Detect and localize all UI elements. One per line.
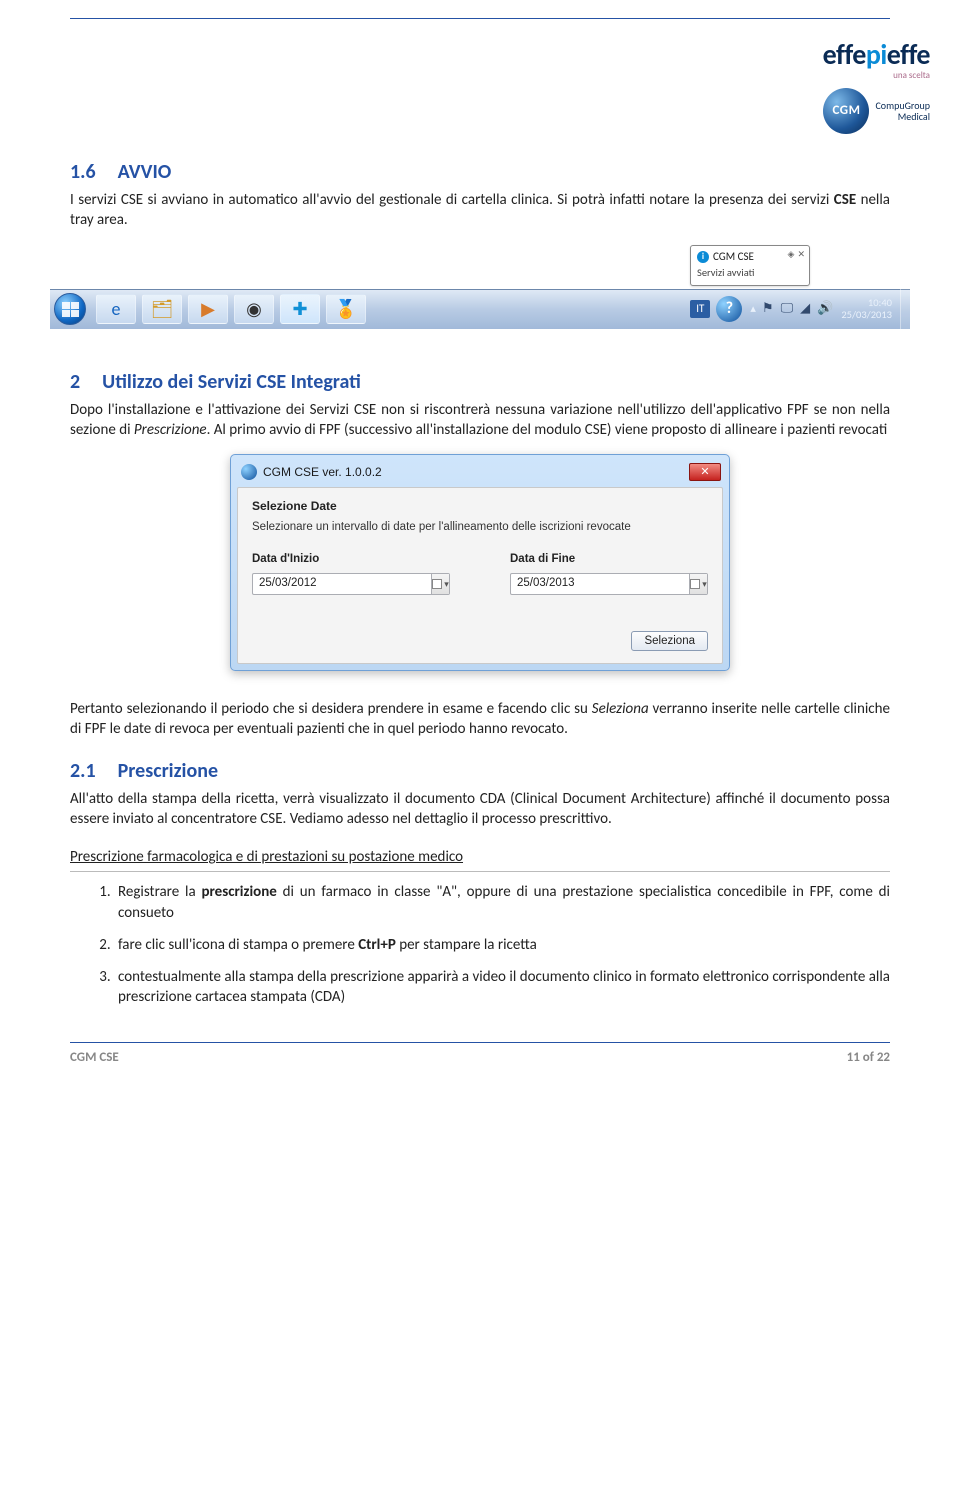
label-end-date: Data di Fine bbox=[510, 552, 708, 568]
cgm-ball-icon: CGM bbox=[823, 88, 869, 134]
section-2-body: Dopo l'installazione e l'attivazione dei… bbox=[70, 400, 890, 441]
section-1-6-body: I servizi CSE si avviano in automatico a… bbox=[70, 190, 890, 231]
logo-effepieffe: effepieffe bbox=[823, 36, 930, 74]
taskbar-explorer-icon[interactable]: 🗂 bbox=[142, 294, 182, 324]
heading-2: 2Utilizzo dei Servizi CSE Integrati bbox=[70, 369, 890, 396]
seleziona-button[interactable]: Seleziona bbox=[631, 631, 708, 651]
dialog-app-icon bbox=[241, 464, 257, 480]
footer-right: 11 of 22 bbox=[847, 1049, 890, 1067]
show-desktop-button[interactable] bbox=[900, 289, 910, 329]
tray-chevron-icon[interactable]: ▴ bbox=[750, 302, 756, 317]
windows-orb-icon bbox=[54, 293, 86, 325]
tooltip-body: Servizi avviati bbox=[697, 266, 803, 280]
end-date-input[interactable]: 25/03/2013 ▾ bbox=[510, 573, 708, 595]
tray-volume-icon[interactable]: 🔊 bbox=[817, 300, 833, 318]
tooltip-title: CGM CSE bbox=[713, 250, 754, 265]
taskbar-app-icon[interactable]: ◉ bbox=[234, 294, 274, 324]
taskbar-plus-icon[interactable]: ✚ bbox=[280, 294, 320, 324]
step-1: Registrare la prescrizione di un farmaco… bbox=[114, 882, 890, 923]
steps-list: Registrare la prescrizione di un farmaco… bbox=[114, 882, 890, 1007]
taskbar-help-icon[interactable]: ? bbox=[716, 296, 742, 322]
start-date-dropdown-icon[interactable]: ▾ bbox=[431, 574, 449, 594]
step-2: fare clic sull'icona di stampa o premere… bbox=[114, 935, 890, 955]
subheading-prescrizione: Prescrizione farmacologica e di prestazi… bbox=[70, 847, 890, 872]
tooltip-close-icons: ◈✕ bbox=[788, 249, 805, 261]
dialog-instruction: Selezionare un intervallo di date per l'… bbox=[252, 520, 708, 536]
tray-tooltip: ◈✕ i CGM CSE Servizi avviati bbox=[690, 245, 810, 286]
dialog-heading: Selezione Date bbox=[252, 498, 708, 514]
tray-flag-icon[interactable]: ⚑ bbox=[762, 300, 774, 318]
page-footer: CGM CSE 11 of 22 bbox=[70, 1042, 890, 1067]
end-date-value: 25/03/2013 bbox=[511, 576, 689, 592]
tray-monitor-icon[interactable]: 🖵 bbox=[781, 300, 794, 318]
start-date-input[interactable]: 25/03/2012 ▾ bbox=[252, 573, 450, 595]
taskbar-screenshot: ◈✕ i CGM CSE Servizi avviati e 🗂 ▶ ◉ ✚ 🏅 bbox=[50, 245, 910, 329]
system-tray: ⚑ 🖵 ◢ 🔊 bbox=[762, 300, 841, 318]
label-start-date: Data d'Inizio bbox=[252, 552, 450, 568]
taskbar-user-icon[interactable]: 🏅 bbox=[326, 294, 366, 324]
heading-1-6: 1.6AVVIO bbox=[70, 159, 890, 186]
step-3: contestualmente alla stampa della prescr… bbox=[114, 967, 890, 1008]
header-logos: effepieffe una scelta CGM CompuGroupMedi… bbox=[823, 36, 930, 134]
taskbar-clock[interactable]: 10:40 25/03/2013 bbox=[841, 297, 900, 320]
tray-network-icon[interactable]: ◢ bbox=[800, 300, 810, 318]
taskbar-media-icon[interactable]: ▶ bbox=[188, 294, 228, 324]
section-2-1-body: All'atto della stampa della ricetta, ver… bbox=[70, 789, 890, 830]
heading-2-1: 2.1Prescrizione bbox=[70, 758, 890, 785]
dialog-title: CGM CSE ver. 1.0.0.2 bbox=[263, 464, 683, 480]
dialog-close-button[interactable]: ✕ bbox=[689, 463, 721, 481]
date-selection-dialog: CGM CSE ver. 1.0.0.2 ✕ Selezione Date Se… bbox=[230, 454, 730, 671]
end-date-dropdown-icon[interactable]: ▾ bbox=[689, 574, 707, 594]
info-icon: i bbox=[697, 251, 709, 263]
logo-cgm: CGM CompuGroupMedical bbox=[823, 88, 930, 134]
footer-left: CGM CSE bbox=[70, 1049, 119, 1067]
taskbar-ie-icon[interactable]: e bbox=[96, 294, 136, 324]
cgm-text: CompuGroupMedical bbox=[875, 100, 930, 122]
start-button[interactable] bbox=[50, 289, 90, 329]
start-date-value: 25/03/2012 bbox=[253, 576, 431, 592]
taskbar-language[interactable]: IT bbox=[690, 300, 710, 319]
after-dialog-body: Pertanto selezionando il periodo che si … bbox=[70, 699, 890, 740]
windows-taskbar: e 🗂 ▶ ◉ ✚ 🏅 IT ? ▴ ⚑ 🖵 ◢ 🔊 10:40 25/03/2… bbox=[50, 289, 910, 329]
